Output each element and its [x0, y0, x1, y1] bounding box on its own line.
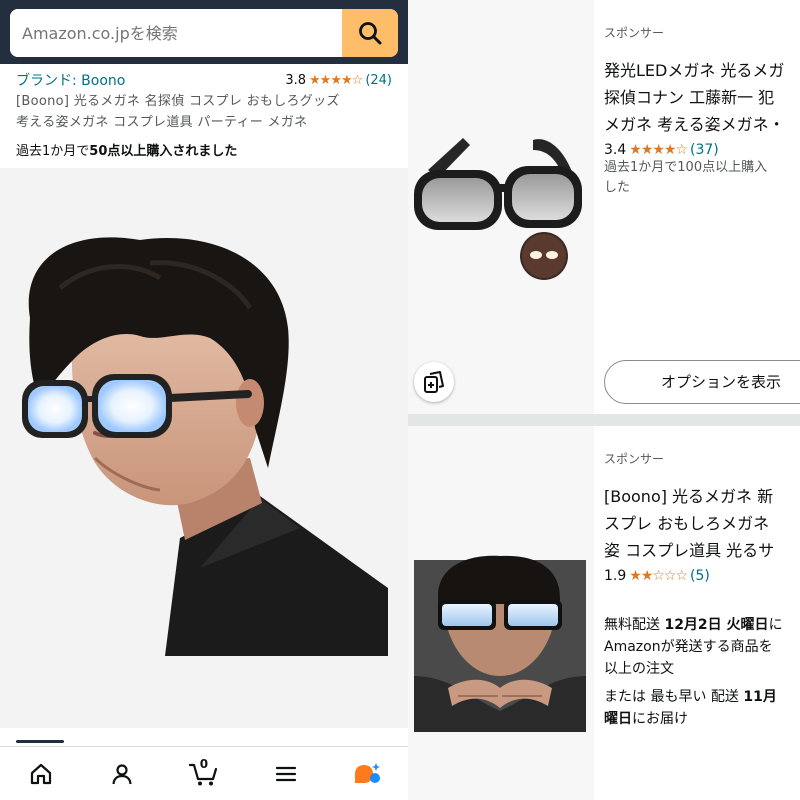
sponsored-rating-1[interactable]: 3.4 ★★★★☆ (37) — [604, 142, 800, 158]
search-header — [0, 0, 408, 64]
sponsored-rating-2[interactable]: 1.9 ★★☆☆☆ (5) — [604, 568, 800, 584]
nav-account[interactable] — [102, 754, 142, 794]
product-title: [Boono] 光るメガネ 名探偵 コスプレ おもしろグッズ 考える姿メガネ コ… — [16, 91, 392, 133]
purchase-count-value: 50点以上購入されました — [89, 144, 238, 159]
fast-delivery-prefix: または 最も早い 配送 — [604, 689, 744, 705]
menu-icon — [275, 766, 296, 781]
fast-delivery-suffix: にお届け — [632, 711, 688, 727]
fast-delivery-line: 曜日にお届け — [604, 708, 800, 730]
bought-line: した — [604, 180, 631, 195]
title-line: 探偵コナン 工藤新一 犯 — [604, 88, 775, 107]
search-input[interactable] — [10, 9, 342, 57]
product-image[interactable] — [0, 168, 408, 728]
compare-button[interactable] — [414, 362, 454, 402]
tab-indicator — [16, 740, 64, 743]
search-field — [10, 9, 398, 57]
review-count: (37) — [690, 142, 719, 158]
review-count[interactable]: (24) — [365, 73, 392, 88]
sponsored-title-2[interactable]: [Boono] 光るメガネ 新 スプレ おもしろメガネ 姿 コスプレ道具 光るサ — [604, 483, 800, 564]
rating-value: 3.8 — [285, 72, 307, 88]
show-options-button[interactable]: オプションを表示 — [604, 360, 800, 404]
title-line: 発光LEDメガネ 光るメガ — [604, 61, 785, 80]
tab-strip — [0, 728, 408, 738]
nav-menu[interactable] — [266, 754, 306, 794]
purchase-count: 過去1か月で50点以上購入されました — [16, 140, 392, 159]
title-line: スプレ おもしろメガネ — [604, 514, 770, 533]
product-info: ブランド: Boono 3.8 ★★★★☆ (24) [Boono] 光るメガネ… — [0, 64, 408, 168]
rating-summary[interactable]: 3.8 ★★★★☆ (24) — [285, 73, 392, 88]
star-rating-icon: ★★★★☆ — [629, 142, 688, 158]
brand-link[interactable]: ブランド: Boono — [16, 70, 125, 90]
product-title-line: 考える姿メガネ コスプレ道具 パーティー メガネ — [16, 115, 308, 130]
home-icon — [30, 763, 51, 784]
search-button[interactable] — [342, 9, 398, 57]
nav-rufus[interactable] — [347, 754, 387, 794]
account-icon — [112, 763, 132, 784]
bottom-navigation: 0 — [0, 746, 408, 800]
delivery-line: Amazonが発送する商品を — [604, 639, 773, 655]
title-line: メガネ 考える姿メガネ・ — [604, 115, 785, 134]
nav-home[interactable] — [21, 754, 61, 794]
sponsored-card-2[interactable]: スポンサー [Boono] 光るメガネ 新 スプレ おもしろメガネ 姿 コスプレ… — [408, 426, 800, 800]
product-detail-pane: ブランド: Boono 3.8 ★★★★☆ (24) [Boono] 光るメガネ… — [0, 0, 408, 800]
sponsored-text-2: スポンサー [Boono] 光るメガネ 新 スプレ おもしろメガネ 姿 コスプレ… — [604, 426, 800, 730]
bought-line: 過去1か月で100点以上購入 — [604, 160, 768, 175]
sponsored-bought-1: 過去1か月で100点以上購入 した — [604, 158, 800, 198]
search-icon — [359, 22, 382, 45]
sponsored-label: スポンサー — [604, 452, 665, 466]
sponsored-title-1[interactable]: 発光LEDメガネ 光るメガ 探偵コナン 工藤新一 犯 メガネ 考える姿メガネ・ — [604, 57, 800, 138]
delivery-date: 12月2日 火曜日 — [664, 617, 769, 633]
rating-value: 1.9 — [604, 568, 627, 584]
title-line: [Boono] 光るメガネ 新 — [604, 487, 774, 506]
sponsored-image-2[interactable] — [408, 426, 594, 800]
nav-cart[interactable]: 0 — [184, 754, 224, 794]
sponsored-label: スポンサー — [604, 26, 665, 40]
compare-cards-icon — [424, 371, 444, 393]
star-rating-icon: ★★☆☆☆ — [629, 568, 688, 584]
title-line: 姿 コスプレ道具 光るサ — [604, 541, 775, 560]
thinking-pose-glasses-photo — [414, 555, 586, 732]
review-count: (5) — [690, 568, 710, 584]
glowing-glasses-man-photo — [22, 237, 388, 656]
product-title-line: [Boono] 光るメガネ 名探偵 コスプレ おもしろグッズ — [16, 94, 340, 109]
delivery-suffix: に — [768, 617, 783, 633]
led-glasses-product-icon — [414, 138, 582, 280]
fast-delivery-line: または 最も早い 配送 11月 — [604, 686, 800, 708]
star-rating-icon: ★★★★☆ — [309, 72, 363, 88]
rating-value: 3.4 — [604, 142, 627, 158]
fast-delivery-day: 曜日 — [604, 711, 632, 727]
delivery-line: 無料配送 12月2日 火曜日に — [604, 614, 800, 636]
delivery-info: 無料配送 12月2日 火曜日に Amazonが発送する商品を 以上の注文 または… — [604, 614, 800, 730]
sponsored-card-1[interactable]: スポンサー 発光LEDメガネ 光るメガ 探偵コナン 工藤新一 犯 メガネ 考える… — [408, 0, 800, 414]
rufus-icon — [355, 762, 381, 783]
delivery-line: 以上の注文 — [604, 661, 674, 677]
fast-delivery-date: 11月 — [743, 689, 777, 705]
delivery-prefix: 無料配送 — [604, 617, 665, 633]
sponsored-text-1: スポンサー 発光LEDメガネ 光るメガ 探偵コナン 工藤新一 犯 メガネ 考える… — [604, 0, 800, 198]
cart-count: 0 — [199, 756, 209, 771]
purchase-count-prefix: 過去1か月で — [16, 144, 90, 159]
sponsored-image-1[interactable] — [408, 0, 594, 414]
